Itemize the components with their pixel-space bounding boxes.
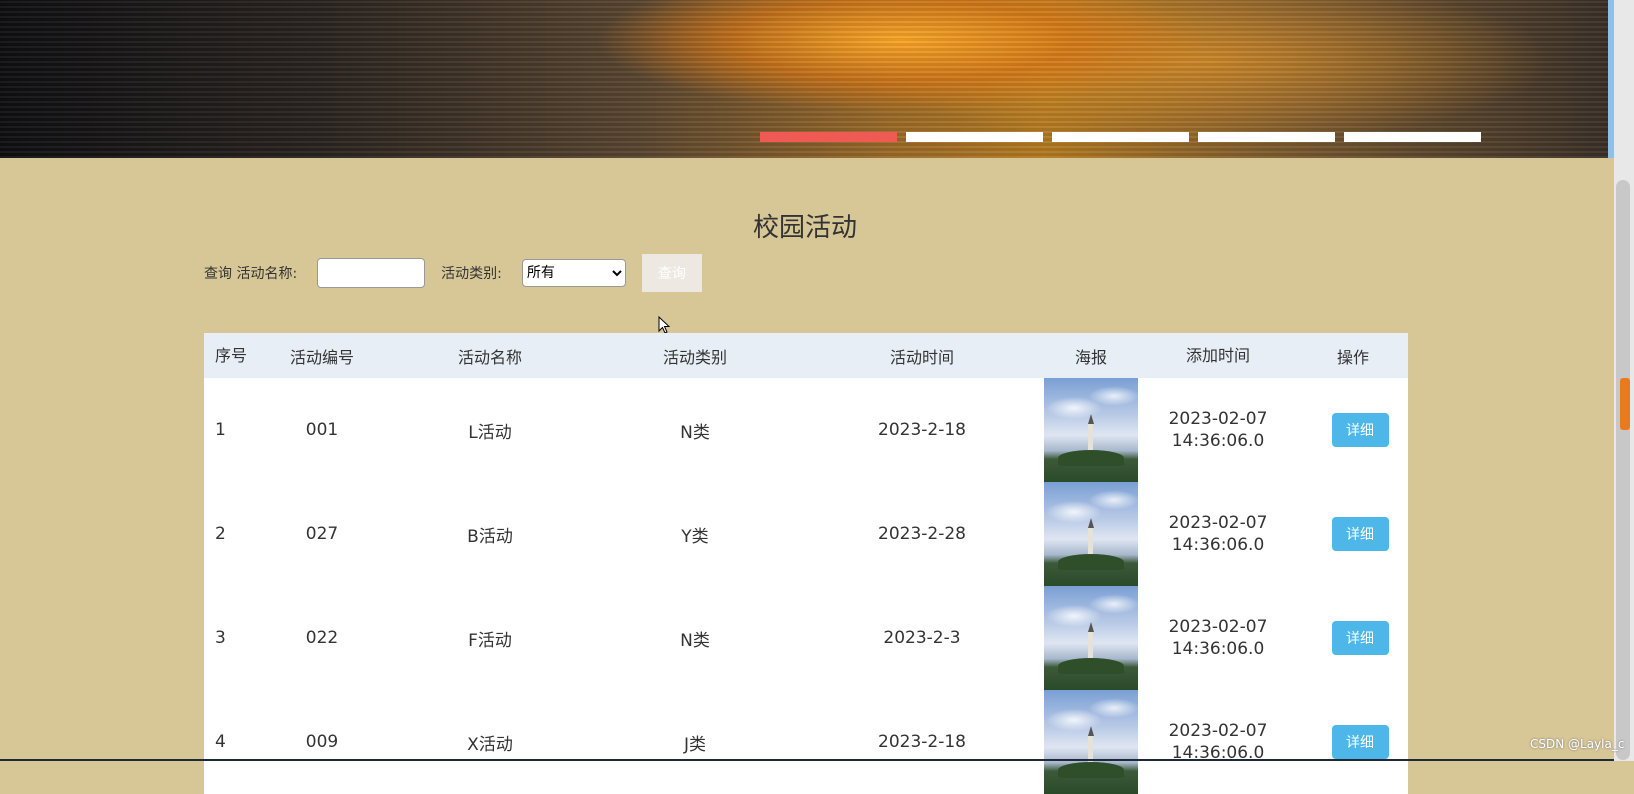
header-category: 活动类别 (662, 347, 727, 367)
activity-table: 序号 活动编号 活动名称 活动类别 活动时间 海报 添加时间 操作 1 001 … (204, 333, 1408, 794)
cell-code: 022 (305, 628, 339, 648)
cell-added-time: 2023-02-07 14:36:06.0 (1138, 720, 1298, 764)
detail-button[interactable]: 详细 (1331, 413, 1389, 447)
cell-index: 4 (215, 732, 226, 752)
activity-name-label: 查询 活动名称: (204, 266, 298, 282)
carousel-indicator-5[interactable] (1344, 132, 1481, 142)
activity-name-input[interactable] (317, 258, 426, 288)
header-poster: 海报 (1074, 347, 1107, 367)
cell-action: 详细 (1298, 517, 1408, 551)
detail-button[interactable]: 详细 (1331, 725, 1389, 759)
query-button[interactable]: 查询 (641, 254, 702, 292)
header-name: 活动名称 (457, 347, 522, 367)
detail-button[interactable]: 详细 (1331, 517, 1389, 551)
banner-carousel (0, 0, 1608, 158)
cell-name: L活动 (468, 422, 512, 443)
cell-category: N类 (680, 630, 710, 651)
category-label: 活动类别: (441, 266, 502, 282)
cell-time: 2023-2-18 (878, 732, 966, 752)
cell-action: 详细 (1298, 725, 1408, 759)
cell-added-time: 2023-02-07 14:36:06.0 (1138, 616, 1298, 660)
carousel-indicator-1[interactable] (760, 132, 897, 142)
cell-index: 2 (215, 524, 226, 544)
table-row: 1 001 L活动 N类 2023-2-18 2023-02-07 14:36:0… (204, 378, 1408, 482)
cell-code: 009 (305, 732, 339, 752)
scrollbar-thumb[interactable] (1616, 180, 1630, 760)
cell-added-time: 2023-02-07 14:36:06.0 (1138, 512, 1298, 556)
cell-category: J类 (683, 734, 706, 755)
cell-name: X活动 (467, 734, 513, 755)
carousel-indicator-4[interactable] (1198, 132, 1335, 142)
cell-action: 详细 (1298, 413, 1408, 447)
cell-added-time: 2023-02-07 14:36:06.0 (1138, 408, 1298, 452)
header-action: 操作 (1336, 347, 1369, 367)
cell-category: Y类 (681, 526, 709, 547)
detail-button[interactable]: 详细 (1331, 621, 1389, 655)
page-scrollbar[interactable] (1614, 0, 1634, 761)
header-index: 序号 (215, 345, 248, 365)
cell-time: 2023-2-18 (878, 420, 966, 440)
cell-index: 1 (215, 420, 226, 440)
carousel-indicators (760, 132, 1481, 142)
table-row: 4 009 X活动 J类 2023-2-18 2023-02-07 14:36:0… (204, 690, 1408, 794)
header-time: 活动时间 (889, 347, 954, 367)
carousel-indicator-3[interactable] (1052, 132, 1189, 142)
poster-image (1044, 378, 1138, 482)
cell-code: 027 (305, 524, 339, 544)
cell-time: 2023-2-3 (883, 628, 961, 648)
header-code: 活动编号 (289, 347, 354, 367)
cell-name: F活动 (468, 630, 512, 651)
carousel-indicator-2[interactable] (906, 132, 1043, 142)
added-date: 2023-02-07 (1168, 721, 1268, 741)
cell-code: 001 (305, 420, 339, 440)
cell-name: B活动 (467, 526, 513, 547)
poster-image (1044, 690, 1138, 794)
added-date: 2023-02-07 (1168, 409, 1268, 429)
added-clock: 14:36:06.0 (1171, 639, 1265, 659)
scrollbar-marker (1620, 378, 1630, 430)
cell-index: 3 (215, 628, 226, 648)
category-select[interactable]: 所有 (521, 259, 626, 287)
header-added-time: 添加时间 (1185, 345, 1250, 365)
page-title: 校园活动 (752, 213, 857, 243)
poster-image (1044, 482, 1138, 586)
cell-category: N类 (680, 422, 710, 443)
table-row: 3 022 F活动 N类 2023-2-3 2023-02-07 14:36:06… (204, 586, 1408, 690)
added-date: 2023-02-07 (1168, 513, 1268, 533)
poster-image (1044, 586, 1138, 690)
cell-action: 详细 (1298, 621, 1408, 655)
table-row: 2 027 B活动 Y类 2023-2-28 2023-02-07 14:36:0… (204, 482, 1408, 586)
watermark-text: CSDN @Layla_c (1530, 737, 1625, 751)
search-bar: 查询 活动名称: 活动类别: 所有 查询 (204, 254, 702, 292)
cell-time: 2023-2-28 (878, 524, 966, 544)
added-clock: 14:36:06.0 (1171, 535, 1265, 555)
added-date: 2023-02-07 (1168, 617, 1268, 637)
added-clock: 14:36:06.0 (1171, 431, 1265, 451)
table-header: 序号 活动编号 活动名称 活动类别 活动时间 海报 添加时间 操作 (204, 333, 1408, 378)
